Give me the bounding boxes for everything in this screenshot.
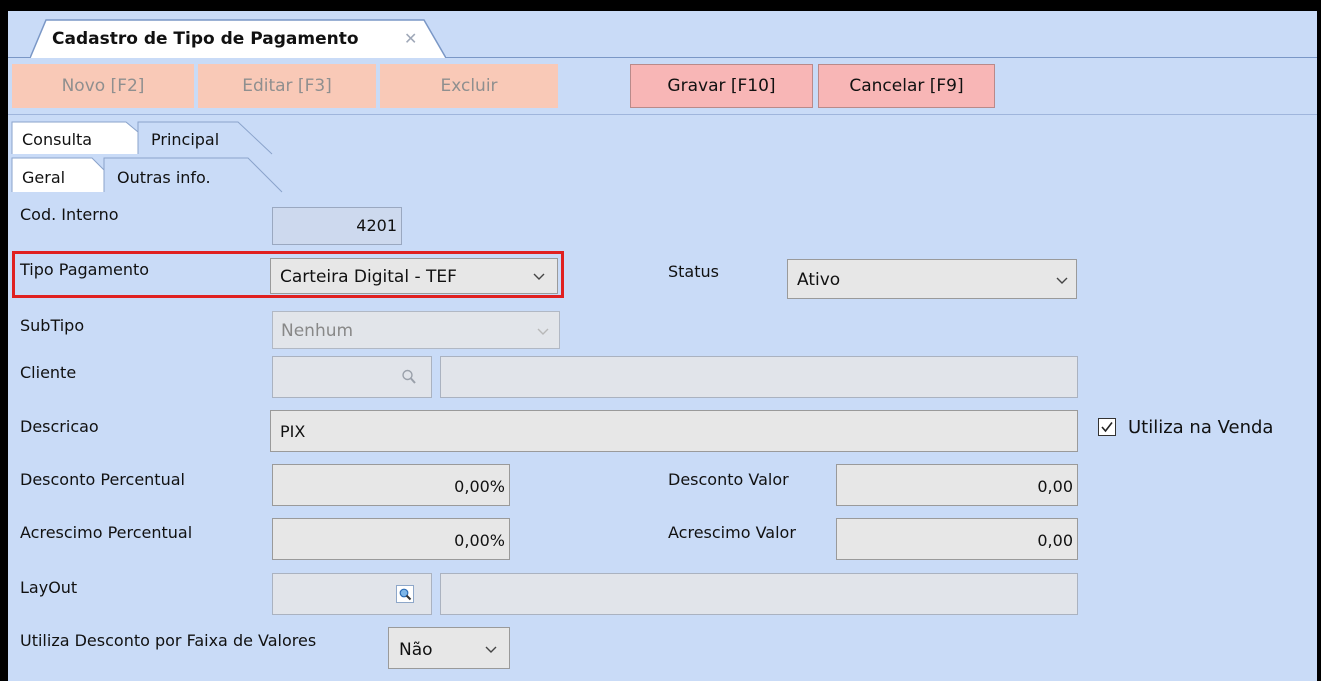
window-border-left [0, 0, 8, 681]
toolbar-divider [8, 114, 1317, 115]
acrescimo-valor-label: Acrescimo Valor [668, 523, 796, 542]
status-label: Status [668, 262, 719, 281]
close-icon[interactable]: ✕ [404, 29, 417, 48]
faixa-valores-label: Utiliza Desconto por Faixa de Valores [20, 631, 317, 650]
acrescimo-percentual-label: Acrescimo Percentual [20, 523, 193, 542]
desconto-valor-label: Desconto Valor [668, 470, 789, 489]
excluir-button[interactable]: Excluir [380, 64, 558, 108]
chevron-down-icon [485, 646, 497, 653]
tab-principal[interactable]: Principal [151, 130, 219, 149]
tipo-pagamento-value: Carteira Digital - TEF [280, 267, 457, 287]
layout-label: LayOut [20, 578, 78, 597]
desconto-valor-field[interactable]: 0,00 [836, 464, 1078, 506]
status-select[interactable]: Ativo [787, 259, 1077, 299]
status-value: Ativo [797, 270, 841, 290]
subtipo-select[interactable]: Nenhum [272, 311, 560, 349]
search-icon[interactable] [401, 368, 417, 386]
layout-name-field[interactable] [440, 573, 1078, 615]
layout-search-button[interactable] [396, 585, 414, 603]
utiliza-na-venda-label: Utiliza na Venda [1128, 417, 1274, 438]
gravar-button[interactable]: Gravar [F10] [630, 64, 813, 108]
utiliza-na-venda-checkbox[interactable] [1098, 418, 1116, 436]
cliente-code-field[interactable] [272, 356, 432, 398]
chevron-down-icon [533, 273, 545, 280]
acrescimo-percentual-field[interactable]: 0,00% [272, 518, 510, 560]
layout-code-field[interactable] [272, 573, 432, 615]
novo-button[interactable]: Novo [F2] [12, 64, 194, 108]
desconto-percentual-label: Desconto Percentual [20, 470, 185, 489]
cod-interno-label: Cod. Interno [20, 205, 119, 224]
desconto-percentual-field[interactable]: 0,00% [272, 464, 510, 506]
cod-interno-field: 4201 [272, 207, 402, 245]
window-border-right [1317, 0, 1321, 681]
tipo-pagamento-label: Tipo Pagamento [20, 260, 150, 279]
cliente-name-field[interactable] [440, 356, 1078, 398]
faixa-valores-select[interactable]: Não [388, 627, 510, 669]
faixa-valores-value: Não [399, 640, 433, 660]
subtipo-label: SubTipo [20, 316, 85, 335]
tab-consulta[interactable]: Consulta [22, 130, 92, 149]
chevron-down-icon [537, 328, 549, 335]
check-icon [1101, 422, 1113, 433]
chevron-down-icon [1056, 277, 1068, 284]
descricao-field[interactable]: PIX [270, 410, 1078, 452]
descricao-label: Descricao [20, 417, 99, 436]
acrescimo-valor-field[interactable]: 0,00 [836, 518, 1078, 560]
search-icon [399, 588, 412, 601]
tab-geral[interactable]: Geral [22, 168, 65, 187]
cliente-label: Cliente [20, 363, 77, 382]
subtipo-value: Nenhum [281, 321, 354, 341]
window-border-top [0, 0, 1321, 11]
cancelar-button[interactable]: Cancelar [F9] [818, 64, 995, 108]
tipo-pagamento-select[interactable]: Carteira Digital - TEF [270, 258, 558, 294]
editar-button[interactable]: Editar [F3] [198, 64, 376, 108]
document-tab-title: Cadastro de Tipo de Pagamento [52, 29, 359, 49]
tab-outras-info[interactable]: Outras info. [117, 168, 211, 187]
